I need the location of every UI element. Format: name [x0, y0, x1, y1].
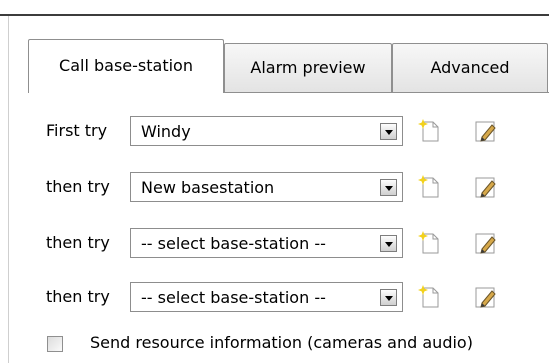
base-station-select-3-value: -- select base-station --	[141, 234, 326, 253]
then-try-label-3: then try	[46, 287, 110, 306]
pencil-edit-icon[interactable]	[474, 231, 498, 255]
then-try-label-1: then try	[46, 177, 110, 196]
chevron-down-icon[interactable]	[380, 289, 397, 306]
base-station-select-4-value: -- select base-station --	[141, 288, 326, 307]
chevron-down-icon[interactable]	[380, 123, 397, 140]
then-try-label-2: then try	[46, 233, 110, 252]
pencil-edit-icon[interactable]	[474, 285, 498, 309]
chevron-down-icon[interactable]	[380, 179, 397, 196]
first-try-label: First try	[46, 121, 108, 140]
base-station-select-4[interactable]: -- select base-station --	[130, 282, 403, 312]
new-document-icon[interactable]	[418, 285, 440, 309]
base-station-select-2-value: New basestation	[141, 178, 275, 197]
new-document-icon[interactable]	[418, 175, 440, 199]
panel-left-border	[8, 16, 9, 363]
send-resource-info-label[interactable]: Send resource information (cameras and a…	[90, 333, 473, 352]
base-station-select-1[interactable]: Windy	[130, 116, 403, 146]
chevron-down-icon[interactable]	[380, 235, 397, 252]
base-station-select-1-value: Windy	[141, 122, 191, 141]
tab-advanced[interactable]: Advanced	[392, 43, 548, 93]
new-document-icon[interactable]	[418, 119, 440, 143]
tab-call-base-station[interactable]: Call base-station	[28, 39, 224, 93]
window-top-border	[0, 14, 549, 16]
pencil-edit-icon[interactable]	[474, 175, 498, 199]
base-station-select-3[interactable]: -- select base-station --	[130, 228, 403, 258]
send-resource-info-checkbox[interactable]	[47, 336, 63, 352]
new-document-icon[interactable]	[418, 231, 440, 255]
tab-alarm-preview[interactable]: Alarm preview	[224, 43, 392, 93]
base-station-select-2[interactable]: New basestation	[130, 172, 403, 202]
pencil-edit-icon[interactable]	[474, 119, 498, 143]
